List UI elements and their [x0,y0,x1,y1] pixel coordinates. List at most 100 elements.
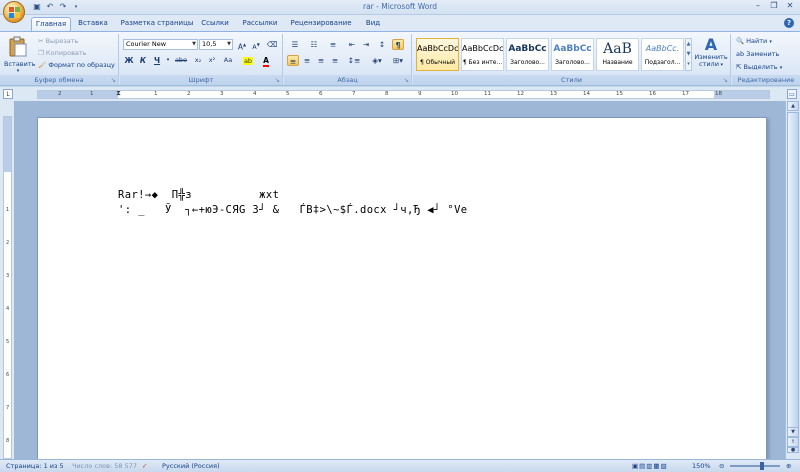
tab-view[interactable]: Вид [362,17,384,31]
justify-icon[interactable]: ≡ [329,55,341,66]
strikethrough-button[interactable]: abe [173,55,189,66]
style-normal[interactable]: AaBbCcDc ¶ Обычный [416,38,459,71]
title-bar: ▣ ↶ ↷ ▾ rar - Microsoft Word – ❐ ✕ [0,0,800,15]
style-no-spacing[interactable]: AaBbCcDc ¶ Без инте... [461,38,504,71]
help-icon[interactable]: ? [784,18,794,28]
tab-page-layout[interactable]: Разметка страницы [118,17,196,31]
document-area[interactable]: Rar!→◆ П╬з жxt ': _ Ў ┐←+юЭ-СЯG 3┘ & ЃВ‡… [14,101,785,459]
change-styles-button[interactable]: A Изменить стили ▾ [694,36,728,69]
replace-button[interactable]: ab Заменить [736,50,779,58]
line-spacing-icon[interactable]: ↕≡ [346,55,362,66]
select-button[interactable]: ⇱ Выделить ▾ [736,63,782,71]
office-logo-icon [9,7,20,18]
subscript-button[interactable]: x₂ [192,55,204,66]
find-button[interactable]: 🔍 Найти ▾ [736,37,772,45]
select-label: Выделить [743,63,778,71]
tab-selector-icon[interactable]: L [3,89,13,99]
page-count[interactable]: Страница: 1 из 5 [6,462,64,470]
tab-mailings[interactable]: Рассылки [240,17,280,31]
paste-button[interactable]: Вставить ▾ [4,36,35,74]
shrink-font-icon[interactable]: A▼ [250,39,262,51]
copy-button[interactable]: ❐ Копировать [38,49,87,57]
multilevel-list-icon[interactable]: ≡ [325,39,341,50]
bullets-icon[interactable]: ☰ [287,39,303,50]
paste-dropdown-icon[interactable]: ▾ [4,68,32,74]
style-title[interactable]: AaB Название [596,38,639,71]
zoom-in-icon[interactable]: ⊕ [786,462,791,470]
ruler-tick: 11 [484,91,491,97]
scroll-thumb[interactable] [787,112,799,432]
document-page[interactable]: Rar!→◆ П╬з жxt ': _ Ў ┐←+юЭ-СЯG 3┘ & ЃВ‡… [37,117,767,459]
ruler-tick: 9 [418,91,422,97]
clipboard-launcher-icon[interactable]: ↘ [111,77,116,84]
restore-icon[interactable]: ❐ [767,1,781,12]
prev-page-icon[interactable]: ⇑ [787,437,799,447]
italic-button[interactable]: К [137,55,149,66]
tab-review[interactable]: Рецензирование [290,17,352,31]
browse-object-icon[interactable]: ● [787,447,799,453]
tab-home[interactable]: Главная [31,17,71,31]
decrease-indent-icon[interactable]: ⇤ [346,39,358,50]
zoom-slider-thumb[interactable] [760,462,764,470]
font-name-dropdown-icon[interactable]: ▼ [192,40,196,49]
vertical-ruler[interactable]: 1 2 3 4 5 6 7 8 [0,101,14,459]
format-painter-button[interactable]: 🖌 Формат по образцу [38,61,115,69]
change-case-button[interactable]: Aa [220,55,236,66]
zoom-out-icon[interactable]: ⊖ [719,462,724,470]
editing-group: 🔍 Найти ▾ ab Заменить ⇱ Выделить ▾ Редак… [732,34,800,85]
ruler-tick: 1 [154,91,158,97]
increase-indent-icon[interactable]: ⇥ [360,39,372,50]
style-heading-2[interactable]: AaBbCc Заголово... [551,38,594,71]
clear-format-icon[interactable]: ⌫ [266,39,278,50]
document-line[interactable]: ': _ Ў ┐←+юЭ-СЯG 3┘ & ЃВ‡>\~$Ѓ.docx ┘ч,Ђ… [118,204,468,216]
paragraph-launcher-icon[interactable]: ↘ [404,77,409,84]
minimize-icon[interactable]: – [751,1,765,12]
font-color-button[interactable]: A [259,55,273,67]
shading-icon[interactable]: ◈▾ [368,55,386,66]
clipboard-group-label: Буфер обмена [0,75,118,85]
ruler-bar[interactable]: 2 1 ⧗ 1 2 3 4 5 6 7 8 9 10 11 12 13 14 1… [37,90,770,99]
show-marks-icon[interactable]: ¶ [392,39,404,50]
style-preview: AaBbCc. [645,44,680,53]
right-margin-zone [714,91,769,98]
align-left-icon[interactable]: ≡ [287,55,299,66]
highlight-button[interactable]: ab [240,55,256,66]
styles-scroll[interactable]: ▲ ▼ ▾ [685,38,692,71]
style-subtitle[interactable]: AaBbCc. Подзагол... [641,38,684,71]
font-size-combo[interactable]: 10,5 ▼ [199,39,233,50]
document-line[interactable]: Rar!→◆ П╬з жxt [118,189,279,201]
tab-insert[interactable]: Вставка [76,17,110,31]
styles-launcher-icon[interactable]: ↘ [723,77,728,84]
zoom-slider[interactable] [730,465,780,467]
style-heading-1[interactable]: AaBbCc Заголово... [506,38,549,71]
bold-button[interactable]: Ж [123,55,135,66]
grow-font-icon[interactable]: A▲ [236,39,248,52]
sort-icon[interactable]: ↕ [376,39,388,50]
proofing-icon[interactable]: ✓ [142,462,147,470]
font-name-combo[interactable]: Courier New ▼ [123,39,198,50]
ruler-tick: 18 [715,91,722,97]
word-count[interactable]: Число слов: 58 577 [72,462,137,470]
superscript-button[interactable]: x² [206,55,218,66]
language-indicator[interactable]: Русский (Россия) [162,462,220,470]
view-buttons[interactable]: ▣▤▥▦▧ [632,462,668,470]
indent-marker-icon[interactable]: ⧗ [116,90,121,97]
align-right-icon[interactable]: ≡ [315,55,327,66]
font-launcher-icon[interactable]: ↘ [275,77,280,84]
cut-button[interactable]: ✂ Вырезать [38,37,78,45]
scissors-icon: ✂ [38,37,44,45]
scroll-up-icon[interactable]: ▲ [787,101,799,111]
office-button[interactable] [3,1,25,23]
view-ruler-icon[interactable]: ▭ [787,89,797,99]
scroll-down-icon[interactable]: ▼ [787,427,799,437]
horizontal-ruler[interactable]: L 2 1 ⧗ 1 2 3 4 5 6 7 8 9 10 11 12 13 14… [0,87,800,101]
borders-icon[interactable]: ⊞▾ [389,55,407,66]
style-name: Заголово... [555,59,590,66]
zoom-level[interactable]: 150% [692,462,711,470]
align-center-icon[interactable]: ≡ [301,55,313,66]
close-icon[interactable]: ✕ [783,1,797,12]
numbering-icon[interactable]: ☷ [306,39,322,50]
tab-references[interactable]: Ссылки [199,17,231,31]
vertical-scrollbar[interactable]: ▲ ▼ ⇑ ● [785,101,800,459]
font-size-dropdown-icon[interactable]: ▼ [227,40,231,49]
